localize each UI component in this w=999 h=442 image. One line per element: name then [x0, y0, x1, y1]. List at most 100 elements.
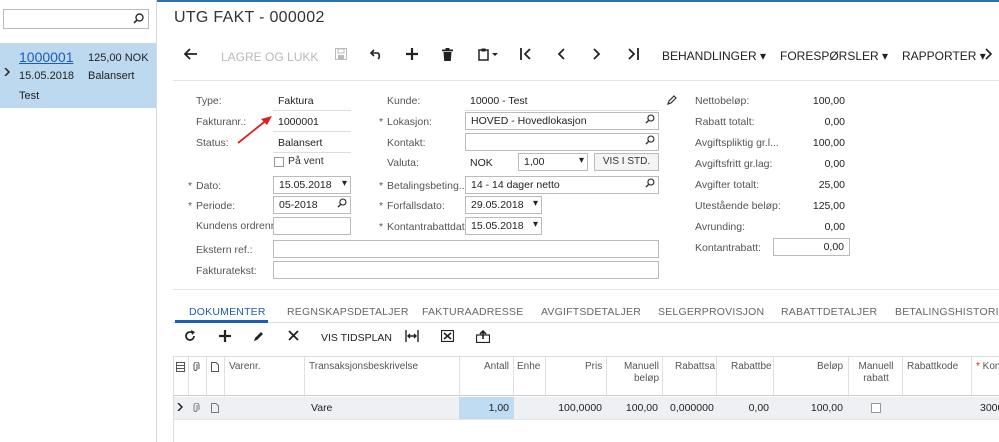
more-icon[interactable]: [985, 48, 993, 60]
add-row-icon[interactable]: [219, 330, 231, 342]
search-icon[interactable]: [645, 135, 655, 145]
tab-rabattdetaljer[interactable]: RABATTDETALJER: [781, 306, 877, 318]
tab-fakturaadresse[interactable]: FAKTURAADRESSE: [422, 306, 523, 318]
add-icon[interactable]: [406, 48, 418, 60]
chevron-down-icon[interactable]: ▾: [342, 178, 347, 189]
row-desc[interactable]: Vare: [311, 402, 332, 414]
onhold-checkbox[interactable]: [274, 157, 284, 167]
date-field[interactable]: 15.05.2018 ▾: [273, 176, 351, 194]
excel-export-icon[interactable]: [441, 330, 454, 342]
table-row[interactable]: Vare 100,0000 100,00 0,000000 0,00 100,0…: [173, 397, 999, 419]
col-header-varenr[interactable]: Varenr.: [229, 361, 261, 372]
search-icon[interactable]: [645, 178, 655, 188]
period-field[interactable]: 05-2018: [273, 196, 351, 214]
summary-label: Kontantrabatt:: [695, 242, 761, 254]
summary-label: Avrunding:: [695, 221, 746, 233]
contact-field[interactable]: [465, 133, 659, 151]
summary-value: 125,00: [812, 200, 845, 212]
menu-rapporter[interactable]: RAPPORTER ▾: [902, 49, 986, 63]
previous-record-icon[interactable]: [556, 48, 566, 60]
col-header-manual-disc[interactable]: Manuell rabatt: [853, 361, 899, 385]
summary-value: 0,00: [824, 221, 845, 233]
grid-header: Varenr. Transaksjonsbeskrivelse Antall E…: [173, 356, 999, 397]
custorder-label: Kundens ordrenr.:: [196, 220, 280, 232]
menu-foresporsler[interactable]: FORESPØRSLER ▾: [780, 49, 888, 63]
upload-icon[interactable]: [476, 330, 490, 343]
col-header-antall[interactable]: Antall: [484, 361, 509, 372]
back-arrow-icon[interactable]: [184, 48, 198, 60]
search-icon[interactable]: [337, 198, 347, 208]
active-tab-indicator: [175, 320, 268, 323]
custorder-field[interactable]: [273, 217, 351, 235]
col-header-amount[interactable]: Beløp: [817, 361, 843, 372]
next-record-icon[interactable]: [592, 48, 602, 60]
tab-regnskapsdetaljer[interactable]: REGNSKAPSDETALJER: [287, 306, 409, 318]
attachment-icon: [192, 362, 200, 372]
undo-icon[interactable]: [370, 48, 383, 60]
close-icon[interactable]: [288, 330, 299, 341]
row-qty[interactable]: 1,00: [459, 402, 509, 414]
row-manual-amount[interactable]: 100,00: [606, 402, 658, 414]
rate-field[interactable]: 1,00 ▾: [518, 153, 588, 171]
row-price[interactable]: 100,0000: [545, 402, 602, 414]
cash-discount-field[interactable]: 0,00: [773, 238, 850, 256]
list-item[interactable]: 1000001 125,00 NOK 15.05.2018 Balansert …: [0, 43, 156, 108]
col-divider: [513, 357, 514, 397]
save-close-button[interactable]: LAGRE OG LUKK: [221, 50, 318, 64]
due-field[interactable]: 29.05.2018 ▾: [465, 196, 542, 214]
col-header-manual-amount[interactable]: Manuell beløp: [615, 361, 659, 385]
col-header-disc-pct[interactable]: Rabattsa: [675, 361, 715, 372]
tab-avgiftsdetaljer[interactable]: AVGIFTSDETALJER: [541, 306, 641, 318]
col-header-enhet[interactable]: Enhe: [517, 361, 540, 372]
search-icon[interactable]: [645, 114, 655, 124]
row-qty-cell[interactable]: 1,00: [459, 397, 514, 419]
invtext-field[interactable]: [273, 261, 659, 279]
row-attachment-icon[interactable]: [192, 403, 200, 413]
chevron-down-icon[interactable]: ▾: [533, 219, 538, 230]
first-record-icon[interactable]: [520, 48, 532, 60]
summary-label: Avgiftsfritt gr.lag:: [695, 158, 773, 170]
invnr-value[interactable]: 1000001: [278, 116, 319, 128]
save-icon[interactable]: [335, 48, 347, 60]
search-icon[interactable]: [133, 13, 144, 24]
customer-value[interactable]: 10000 - Test: [470, 95, 528, 107]
col-header-disc-code[interactable]: Rabattkode: [907, 361, 958, 372]
clipboard-dropdown-icon[interactable]: [478, 48, 500, 61]
extref-field[interactable]: [273, 240, 659, 258]
col-header-account[interactable]: * Kon: [976, 361, 999, 372]
row-disc-pct[interactable]: 0,000000: [670, 402, 714, 414]
col-header-desc[interactable]: Transaksjonsbeskrivelse: [309, 361, 418, 372]
date-label: Dato:: [188, 180, 221, 192]
location-field[interactable]: HOVED - Hovedlokasjon: [465, 112, 659, 130]
col-divider: [971, 357, 972, 397]
chevron-down-icon[interactable]: ▾: [579, 155, 584, 166]
schedule-button[interactable]: VIS TIDSPLAN: [321, 332, 392, 344]
grid-settings-icon[interactable]: [176, 362, 185, 372]
terms-field[interactable]: 14 - 14 dager netto: [465, 176, 659, 194]
customer-label: Kunde:: [387, 95, 421, 107]
chevron-down-icon[interactable]: ▾: [533, 198, 538, 209]
delete-icon[interactable]: [442, 48, 453, 61]
row-manual-disc-checkbox[interactable]: [871, 403, 881, 413]
refresh-icon[interactable]: [184, 330, 196, 342]
vis-std-button[interactable]: VIS I STD.: [594, 153, 659, 171]
col-divider: [459, 357, 460, 397]
edit-icon[interactable]: [253, 330, 265, 342]
col-header-disc-amt[interactable]: Rabattbe: [731, 361, 772, 372]
row-note-icon[interactable]: [211, 403, 219, 413]
edit-pencil-icon[interactable]: [667, 95, 677, 105]
row-amount[interactable]: 100,00: [773, 402, 843, 414]
list-item-number[interactable]: 1000001: [19, 49, 74, 65]
tab-dokumenter[interactable]: DOKUMENTER: [189, 306, 266, 318]
row-account[interactable]: 3000: [980, 402, 999, 414]
last-record-icon[interactable]: [627, 48, 639, 60]
tab-betalingshistorikk[interactable]: BETALINGSHISTORIKK: [895, 306, 999, 318]
disc-field[interactable]: 15.05.2018 ▾: [465, 217, 542, 235]
row-disc-amt[interactable]: 0,00: [716, 402, 769, 414]
fit-columns-icon[interactable]: [405, 330, 419, 342]
col-header-pris[interactable]: Pris: [585, 361, 602, 372]
tab-selgerprovisjon[interactable]: SELGERPROVISJON: [658, 306, 764, 318]
list-search-input[interactable]: [3, 9, 149, 29]
status-underline: [273, 152, 351, 153]
menu-behandlinger[interactable]: BEHANDLINGER ▾: [662, 49, 766, 63]
